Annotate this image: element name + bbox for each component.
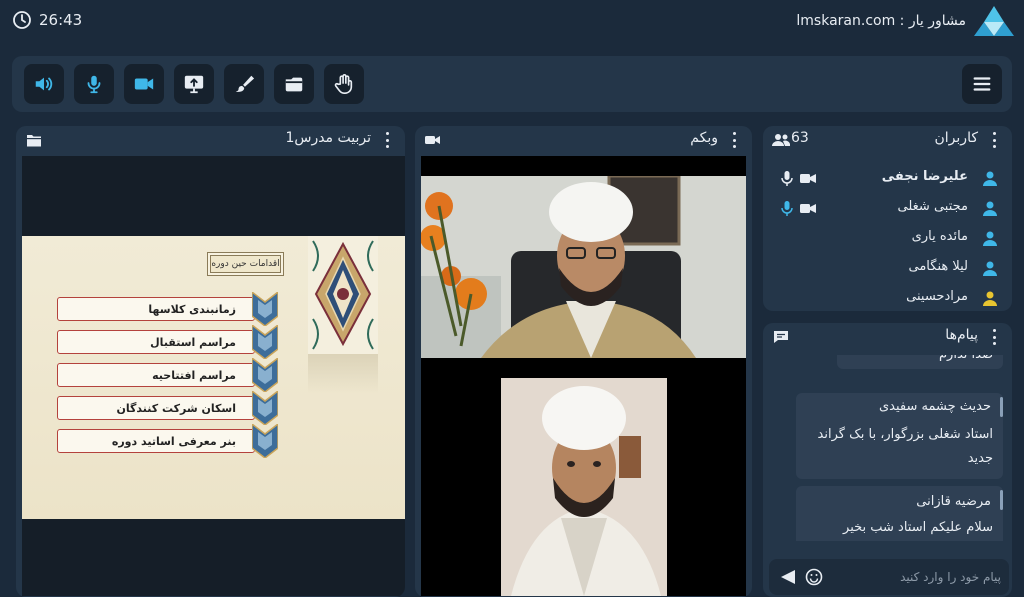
user-row[interactable]: لیلا هنگامی [763, 254, 1012, 282]
raise-hand-button[interactable] [324, 64, 364, 104]
speaker-button[interactable] [24, 64, 64, 104]
top-bar: 26:43 lmskaran.com : مشاور یار [0, 0, 1024, 42]
chevron-ornament-icon [252, 325, 278, 359]
brand-text: lmskaran.com : مشاور یار [796, 13, 966, 29]
chat-panel-title: پیام‌ها [945, 327, 978, 343]
clock-icon [13, 11, 31, 29]
files-button[interactable] [274, 64, 314, 104]
folder-icon [285, 77, 303, 92]
webcam-panel-header: وبکم [415, 126, 752, 154]
webcam-feed-presenter[interactable] [421, 176, 746, 358]
slide-list-item: بنر معرفی اساتید دوره [57, 429, 255, 453]
chevron-ornament-icon [252, 358, 278, 392]
chat-message: صدا ندارم [837, 355, 1003, 369]
ornament-reflection [308, 354, 378, 394]
user-name: مرادحسینی [906, 289, 968, 304]
chat-panel: پیام‌ها صدا ندارم حدیث چشمه سفیدی استاد … [763, 323, 1012, 597]
message-accent-bar [1000, 490, 1003, 510]
user-icon [983, 231, 997, 246]
menu-icon [973, 77, 991, 91]
webcam-area [421, 156, 746, 596]
user-icon [983, 291, 997, 306]
microphone-button[interactable] [74, 64, 114, 104]
slide-heading: اقدامات حین دوره [210, 255, 281, 273]
user-name: علیرضا نجفی [881, 169, 968, 184]
slide-list-item: مراسم افتتاحیه [57, 363, 255, 387]
slides-panel-options-icon[interactable] [385, 132, 389, 148]
users-panel-title: کاربران [934, 130, 978, 146]
screen-share-icon [184, 75, 204, 94]
chat-panel-options-icon[interactable] [992, 329, 996, 345]
webcam-panel-options-icon[interactable] [732, 132, 736, 148]
slides-panel: تربیت مدرس1 اقدامات حین دوره زمانبندی کل… [16, 126, 405, 597]
presenter-video-frame [421, 176, 746, 358]
message-text: صدا ندارم [939, 355, 993, 367]
slides-panel-title: تربیت مدرس1 [285, 130, 371, 146]
webcam-panel-title: وبکم [690, 130, 718, 146]
chevron-ornament-icon [252, 292, 278, 326]
speaker-icon [35, 77, 53, 91]
chat-panel-header: پیام‌ها [763, 323, 1012, 351]
chat-message: حدیث چشمه سفیدی استاد شغلی بزرگوار، با ب… [796, 393, 1003, 479]
screen-share-button[interactable] [174, 64, 214, 104]
users-group-icon [772, 134, 790, 146]
users-panel-header: 63 کاربران [763, 126, 1012, 154]
microphone-icon[interactable] [781, 201, 793, 216]
users-count: 63 [791, 130, 809, 146]
user-row[interactable]: علیرضا نجفی [763, 164, 1012, 192]
camera-icon[interactable] [800, 173, 816, 184]
presentation-area: اقدامات حین دوره زمانبندی کلاسها مراسم ا… [22, 156, 405, 596]
user-icon [983, 261, 997, 276]
user-row[interactable]: مائده یاری [763, 224, 1012, 252]
message-text: استاد شغلی بزرگوار، با بک گراند جدید [817, 427, 993, 466]
hand-raise-icon [334, 74, 353, 94]
session-timer: 26:43 [12, 10, 82, 30]
emoji-icon[interactable] [805, 568, 823, 586]
chat-messages[interactable]: صدا ندارم حدیث چشمه سفیدی استاد شغلی بزر… [767, 355, 1003, 541]
camera-icon [425, 136, 440, 144]
users-panel-options-icon[interactable] [992, 132, 996, 148]
user-name: مجتبی شغلی [897, 199, 968, 214]
camera-icon[interactable] [800, 203, 816, 214]
send-icon[interactable] [781, 570, 795, 584]
message-accent-bar [1000, 397, 1003, 417]
webcam-panel: وبکم [415, 126, 752, 597]
user-row[interactable]: مجتبی شغلی [763, 194, 1012, 222]
toolbar [12, 56, 1012, 112]
chat-message-input[interactable] [851, 567, 1001, 587]
timer-text: 26:43 [39, 11, 83, 29]
ornament-image [308, 236, 378, 354]
camera-icon [134, 78, 154, 90]
slides-panel-header: تربیت مدرس1 [16, 126, 405, 154]
chevron-ornament-icon [252, 424, 278, 458]
slide-list-item: مراسم استقبال [57, 330, 255, 354]
user-icon [983, 201, 997, 216]
microphone-icon[interactable] [781, 171, 793, 186]
chat-message: مرضیه قازانی سلام علیکم استاد شب بخیر [796, 486, 1003, 541]
slide-list-item: زمانبندی کلاسها [57, 297, 255, 321]
participant-video-frame [501, 378, 667, 596]
user-icon [983, 171, 997, 186]
users-panel: 63 کاربران علیرضا نجفی مجتبی شغلی مائده … [763, 126, 1012, 311]
chevron-ornament-icon [252, 391, 278, 425]
microphone-icon [87, 75, 101, 94]
brand: lmskaran.com : مشاور یار [796, 4, 1014, 38]
presentation-slide: اقدامات حین دوره زمانبندی کلاسها مراسم ا… [22, 236, 405, 519]
user-row[interactable]: مرادحسینی [763, 284, 1012, 311]
webcam-feed-participant[interactable] [501, 378, 667, 596]
folder-icon [27, 135, 41, 147]
message-sender: مرضیه قازانی [916, 494, 991, 509]
slide-list-item: اسکان شرکت کنندگان [57, 396, 255, 420]
logo-icon [974, 6, 1014, 36]
message-sender: حدیث چشمه سفیدی [878, 399, 991, 414]
user-name: مائده یاری [911, 229, 968, 244]
message-text: سلام علیکم استاد شب بخیر [843, 520, 993, 535]
user-name: لیلا هنگامی [908, 259, 969, 274]
camera-button[interactable] [124, 64, 164, 104]
chat-bubble-icon [774, 331, 788, 343]
main-menu-button[interactable] [962, 64, 1002, 104]
chat-input-bar [769, 559, 1009, 595]
whiteboard-button[interactable] [224, 64, 264, 104]
brush-icon [235, 75, 255, 92]
